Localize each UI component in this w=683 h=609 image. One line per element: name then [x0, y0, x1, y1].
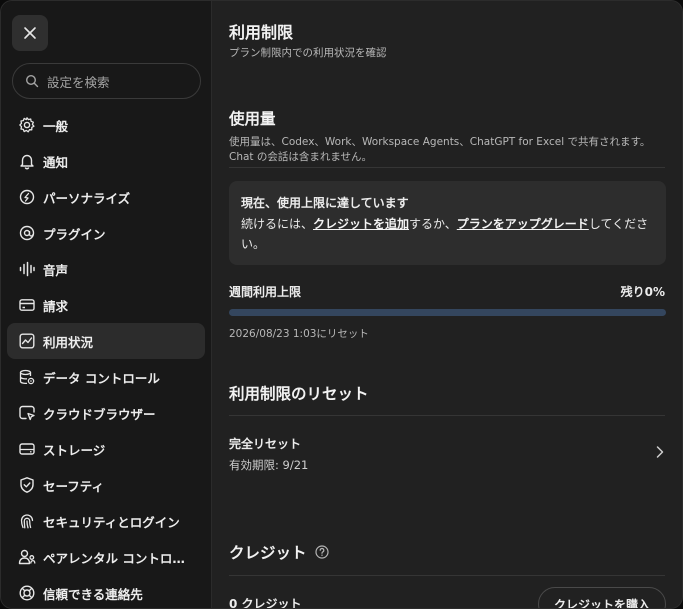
full-reset-expiry: 有効期限: 9/21 [229, 458, 309, 472]
usage-chart-icon [18, 332, 36, 350]
nav-item-audio[interactable]: 音声 [7, 251, 205, 287]
page-title: 利用制限 [229, 23, 294, 42]
settings-window: 設定を検索 一般 通知 パーソナライズ プラグイン 音声 請求 利用状況 データ… [0, 0, 683, 609]
nav-item-billing[interactable]: 請求 [7, 287, 205, 323]
nav-label: データ コントロール [43, 370, 160, 386]
nav-item-data-controls[interactable]: データ コントロール [7, 359, 205, 395]
reset-heading: 利用制限のリセット [229, 385, 369, 403]
nav-label: 音声 [43, 262, 69, 278]
nav-label: ペアレンタル コントロ… [43, 550, 185, 566]
limit-reached-alert: 現在、使用上限に達しています 続けるには、クレジットを追加するか、プランをアップ… [229, 181, 666, 265]
nav-item-trusted-contacts[interactable]: 信頼できる連絡先 [7, 575, 205, 608]
settings-nav: 一般 通知 パーソナライズ プラグイン 音声 請求 利用状況 データ コントロー… [7, 107, 205, 608]
nav-label: 請求 [43, 298, 69, 314]
nav-item-cloud-browser[interactable]: クラウドブラウザー [7, 395, 205, 431]
usage-heading: 使用量 [229, 110, 276, 128]
nav-item-storage[interactable]: ストレージ [7, 431, 205, 467]
nav-item-safety[interactable]: セーフティ [7, 467, 205, 503]
data-control-icon [18, 368, 36, 386]
chevron-right-icon [656, 446, 664, 458]
credit-card-icon [18, 296, 36, 314]
alert-body: 続けるには、クレジットを追加するか、プランをアップグレードしてください。 [241, 214, 654, 254]
weekly-reset-time: 2026/08/23 1:03にリセット [229, 328, 369, 340]
credits-heading-text: クレジット [229, 544, 307, 562]
storage-icon [18, 440, 36, 458]
audio-wave-icon [18, 260, 36, 278]
nav-label: プラグイン [43, 226, 106, 242]
nav-label: 利用状況 [43, 334, 94, 350]
weekly-limit-remaining: 残り0% [620, 285, 665, 299]
nav-item-usage[interactable]: 利用状況 [7, 323, 205, 359]
nav-item-personalize[interactable]: パーソナライズ [7, 179, 205, 215]
nav-label: ストレージ [43, 442, 106, 458]
divider [229, 415, 665, 416]
nav-item-parental-controls[interactable]: ペアレンタル コントロ… [7, 539, 205, 575]
divider [229, 575, 665, 576]
nav-label: 信頼できる連絡先 [43, 586, 143, 602]
weekly-limit-label: 週間利用上限 [229, 285, 302, 299]
nav-label: セーフティ [43, 478, 105, 494]
nav-label: セキュリティとログイン [43, 514, 180, 530]
search-icon [25, 74, 39, 88]
gear-icon [18, 116, 36, 134]
personalize-icon [18, 188, 36, 206]
security-login-icon [18, 512, 36, 530]
alert-title: 現在、使用上限に達しています [241, 196, 409, 210]
settings-search-input[interactable]: 設定を検索 [12, 63, 201, 99]
full-reset-title: 完全リセット [229, 437, 302, 451]
nav-item-security-login[interactable]: セキュリティとログイン [7, 503, 205, 539]
plugin-icon [18, 224, 36, 242]
close-icon [24, 27, 36, 39]
usage-panel: 利用制限 プラン制限内での利用状況を確認 使用量 使用量は、Codex、Work… [213, 1, 682, 609]
weekly-limit-progress [229, 309, 666, 316]
settings-sidebar: 設定を検索 一般 通知 パーソナライズ プラグイン 音声 請求 利用状況 データ… [1, 1, 212, 608]
parental-control-icon [18, 548, 36, 566]
help-icon[interactable] [314, 545, 329, 559]
alert-prefix: 続けるには、 [241, 217, 314, 231]
cloud-browser-icon [18, 404, 36, 422]
page-subtitle: プラン制限内での利用状況を確認 [229, 47, 387, 59]
close-button[interactable] [12, 15, 48, 51]
nav-item-plugins[interactable]: プラグイン [7, 215, 205, 251]
upgrade-plan-link[interactable]: プランをアップグレード [457, 217, 589, 231]
lifebuoy-icon [18, 584, 36, 602]
usage-description: 使用量は、Codex、Work、Workspace Agents、ChatGPT… [229, 136, 651, 163]
nav-label: クラウドブラウザー [43, 406, 156, 422]
add-credits-link[interactable]: クレジットを追加 [313, 217, 409, 231]
divider [229, 167, 665, 168]
nav-label: 通知 [43, 154, 69, 170]
nav-label: 一般 [43, 118, 69, 134]
nav-item-notifications[interactable]: 通知 [7, 143, 205, 179]
alert-middle: するか、 [409, 217, 457, 231]
full-reset-row[interactable]: 完全リセット 有効期限: 9/21 [229, 429, 666, 477]
nav-item-general[interactable]: 一般 [7, 107, 205, 143]
credits-heading: クレジット [229, 541, 329, 563]
search-placeholder: 設定を検索 [47, 74, 110, 90]
shield-check-icon [18, 476, 36, 494]
credits-count: 0 クレジット [229, 597, 302, 609]
buy-credits-button[interactable]: クレジットを購入 [538, 587, 666, 608]
nav-label: パーソナライズ [43, 190, 131, 206]
bell-icon [18, 152, 36, 170]
